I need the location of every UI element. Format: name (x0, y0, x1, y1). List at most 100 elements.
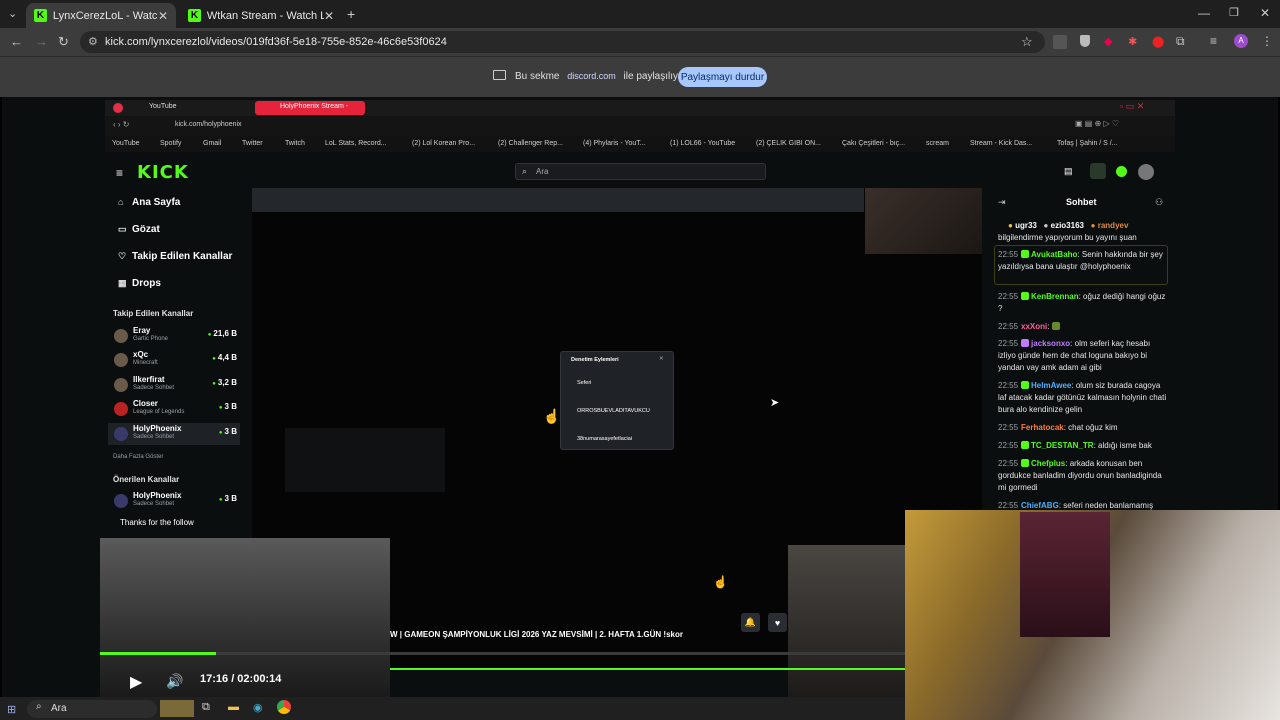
menu-kebab-icon[interactable]: ⋮ (1261, 34, 1273, 48)
heart-icon[interactable]: ♥ (768, 613, 787, 632)
streamer-webcam (865, 188, 982, 254)
nav-gozat[interactable]: ▭ Gözat (118, 224, 160, 235)
kick-app-icon[interactable] (1090, 163, 1106, 179)
new-tab-icon[interactable]: + (347, 6, 355, 22)
wall-poster (1020, 512, 1110, 637)
progress-track[interactable] (100, 652, 905, 655)
inner-avatar[interactable] (1138, 164, 1154, 180)
chat-user[interactable]: Chefplus (1031, 459, 1065, 468)
inner-search-input[interactable]: ⌕ Ara (515, 163, 766, 180)
chat-user[interactable]: TC_DESTAN_TR (1031, 441, 1094, 450)
play-icon[interactable]: ▶ (130, 672, 142, 692)
chrome-icon[interactable] (277, 700, 291, 714)
nav-ana-sayfa[interactable]: ⌂ Ana Sayfa (118, 197, 180, 208)
nav-takip[interactable]: ♡ Takip Edilen Kanallar (118, 251, 232, 262)
chat-time: 22:55 (998, 501, 1019, 510)
popup-close-icon[interactable]: ✕ (659, 356, 664, 362)
bookmark-star-icon[interactable]: ☆ (1021, 34, 1033, 50)
chat-user[interactable]: AvukatBaho (1031, 250, 1077, 259)
bookmark: scream (926, 140, 949, 147)
chat-time: 22:55 (998, 322, 1019, 331)
bookmark: (1) LOL66 - YouTube (670, 140, 736, 147)
bookmark: (2) ÇELIK GIBI ON... (756, 140, 821, 147)
shield-icon[interactable] (1080, 35, 1090, 47)
bell-icon[interactable]: 🔔 (741, 613, 760, 632)
opera-logo-icon (113, 103, 123, 113)
extensions-puzzle-icon[interactable]: ⧉ (1176, 34, 1185, 49)
show-more-link[interactable]: Daha Fazla Göster (113, 454, 163, 460)
volume-icon[interactable]: 🔊 (166, 673, 183, 690)
chat-user[interactable]: KenBrennan (1031, 292, 1079, 301)
chat-user[interactable]: xxXoni (1021, 322, 1047, 331)
inner-tab-youtube[interactable]: YouTube (149, 103, 177, 110)
close-tab-icon[interactable]: ✕ (324, 9, 334, 23)
minimize-icon[interactable]: — (1198, 6, 1210, 20)
chat-text: seferi neden banlamamış (1063, 501, 1154, 510)
heart-icon: ♡ (118, 251, 127, 261)
chat-user[interactable]: jacksonxo (1031, 339, 1070, 348)
taskbar-widget-icon[interactable] (160, 700, 194, 717)
channel-closer[interactable]: CloserLeague of Legends 3 B (108, 398, 240, 420)
extension-icon[interactable]: ✱ (1128, 35, 1137, 48)
reload-icon[interactable]: ↻ (58, 34, 69, 50)
forward-icon[interactable]: → (35, 34, 48, 49)
url-text[interactable]: kick.com/lynxcerezlol/videos/019fd36f-5e… (105, 36, 447, 48)
channel-eray[interactable]: ErayGartic Phone 21,6 B (108, 325, 240, 347)
bookmark: Stream - Kick Das... (970, 140, 1033, 147)
tab-list-icon[interactable]: ⌄ (8, 7, 17, 20)
badge-icon (1021, 459, 1030, 467)
inner-tab-holyphoenix[interactable]: HolyPhoenix Stream - (280, 103, 348, 110)
viewer-count: 3 B (219, 427, 237, 436)
restore-icon[interactable]: ❐ (1229, 6, 1239, 19)
windows-start-icon[interactable]: ⊞ (7, 703, 16, 716)
viewer-count: 21,6 B (208, 329, 237, 338)
popup-item[interactable]: 38numarasayefetlaciai (577, 436, 632, 442)
window-close-icon[interactable]: ✕ (1260, 6, 1270, 20)
chat-user[interactable]: HelmAwee (1031, 381, 1071, 390)
tab-wtkan[interactable]: K Wtkan Stream - Watch Live on ✕ (180, 3, 342, 28)
channel-holyphoenix[interactable]: HolyPhoenixSadece Sohbet 3 B (108, 423, 240, 445)
tab-lynxcerezlol[interactable]: K LynxCerezLoL - Watch the V ✕ (26, 3, 176, 28)
viewer-count: 4,4 B (212, 353, 237, 362)
task-view-icon[interactable]: ⧉ (202, 701, 210, 714)
popup-title: Denetim Eylemleri (571, 357, 619, 363)
home-icon: ⌂ (118, 197, 124, 207)
extension-icon[interactable] (1053, 35, 1067, 49)
badge-icon (1021, 250, 1030, 258)
stop-sharing-button[interactable]: Paylaşmayı durdur (678, 67, 767, 87)
popup-item[interactable]: Seferi (577, 380, 591, 386)
close-tab-icon[interactable]: ✕ (158, 9, 168, 23)
share-prefix: Bu sekme (515, 71, 560, 82)
bookmark: Tofaş | Şahin / S /... (1057, 140, 1118, 147)
extension-icon[interactable]: ◆ (1104, 35, 1112, 48)
follow-alert: Thanks for the follow (120, 518, 194, 527)
bookmark: Gmail (203, 140, 222, 147)
file-explorer-icon[interactable]: ▬ (228, 701, 239, 713)
user-settings-icon[interactable]: ⚇ (1155, 197, 1163, 208)
chat-user[interactable]: ChiefABG (1021, 501, 1059, 510)
hamburger-menu-icon[interactable]: ≡ (116, 166, 123, 180)
bookmark: (2) Challenger Rep... (498, 140, 563, 147)
channel-xqc[interactable]: xQcMinecraft 4,4 B (108, 349, 240, 371)
taskbar-search-input[interactable]: Ara (27, 700, 157, 718)
moderation-popup[interactable]: Denetim Eylemleri ✕ Seferi ORROSBUEVLADI… (560, 351, 674, 450)
extension-icon[interactable]: ⬤ (1152, 35, 1164, 48)
channel-game: Sadece Sohbet (133, 385, 175, 391)
chat-user[interactable]: Ferhatocak (1021, 423, 1064, 432)
app-icon[interactable]: ◉ (253, 701, 263, 714)
media-icon[interactable]: ≡ (1210, 34, 1217, 48)
site-info-icon[interactable]: ⚙ (88, 35, 98, 48)
inner-window-controls-icon: ▫ ▭ ✕ (1120, 101, 1145, 111)
channel-recommended[interactable]: HolyPhoenixSadece Sohbet 3 B (108, 490, 240, 510)
nav-drops[interactable]: ▦ Drops (118, 278, 161, 289)
chat-message: 22:55 AvukatBaho: Senin hakkında bir şey … (998, 250, 1163, 271)
inner-toolbar: ‹ › ↻ kick.com/holyphoenix ▣ ▤ ⊕ ▷ ♡ (105, 116, 1175, 136)
channel-ilkerfirat[interactable]: IlkerfiratSadece Sohbet 3,2 B (108, 374, 240, 396)
kick-logo[interactable]: KICK (137, 162, 189, 183)
collapse-chat-icon[interactable]: ⇥ (998, 197, 1006, 208)
back-icon[interactable]: ← (10, 34, 23, 49)
popup-item[interactable]: ORROSBUEVLADITAVUKCU (577, 408, 650, 414)
profile-avatar[interactable]: A (1234, 34, 1248, 48)
avatar (114, 329, 128, 343)
chat-text: chat oğuz kim (1068, 423, 1118, 432)
